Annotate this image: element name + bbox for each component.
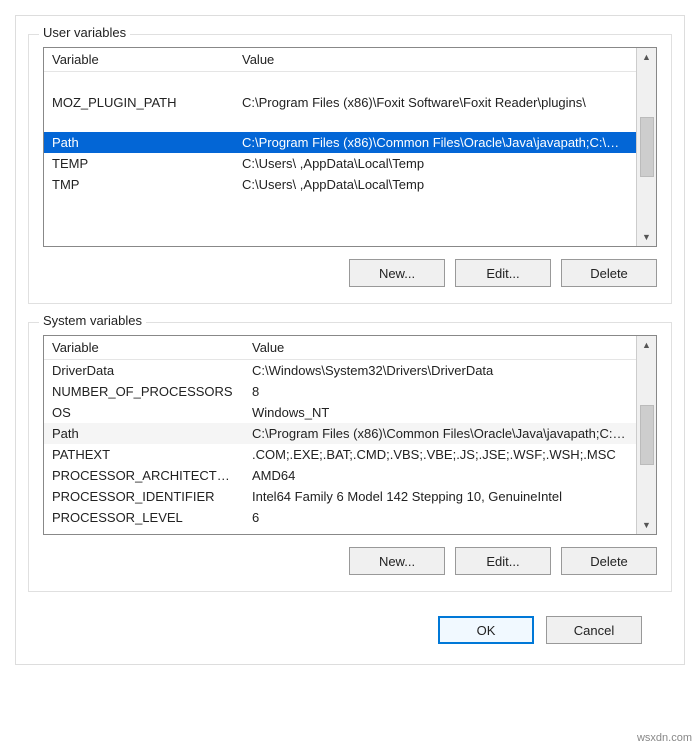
scroll-up-icon[interactable]: ▲ bbox=[642, 52, 651, 62]
table-row[interactable]: NUMBER_OF_PROCESSORS 8 bbox=[44, 381, 636, 402]
scroll-thumb[interactable] bbox=[640, 405, 654, 465]
table-row[interactable]: PROCESSOR_ARCHITECTURE AMD64 bbox=[44, 465, 636, 486]
cancel-button[interactable]: Cancel bbox=[546, 616, 642, 644]
dialog-button-row: OK Cancel bbox=[30, 604, 670, 656]
watermark: wsxdn.com bbox=[637, 732, 692, 744]
env-vars-dialog: User variables Variable Value MOZ_PLUGIN… bbox=[15, 15, 685, 665]
ok-button[interactable]: OK bbox=[438, 616, 534, 644]
table-row[interactable]: TEMP C:\Users\ ,AppData\Local\Temp bbox=[44, 153, 636, 174]
user-edit-button[interactable]: Edit... bbox=[455, 259, 551, 287]
table-row[interactable]: OS Windows_NT bbox=[44, 402, 636, 423]
table-row[interactable]: PROCESSOR_IDENTIFIER Intel64 Family 6 Mo… bbox=[44, 486, 636, 507]
table-row[interactable]: TMP C:\Users\ ,AppData\Local\Temp bbox=[44, 174, 636, 195]
table-row[interactable]: MOZ_PLUGIN_PATH C:\Program Files (x86)\F… bbox=[44, 72, 636, 132]
scroll-thumb[interactable] bbox=[640, 117, 654, 177]
system-new-button[interactable]: New... bbox=[349, 547, 445, 575]
system-edit-button[interactable]: Edit... bbox=[455, 547, 551, 575]
system-variables-table[interactable]: Variable Value DriverData C:\Windows\Sys… bbox=[43, 335, 657, 535]
user-delete-button[interactable]: Delete bbox=[561, 259, 657, 287]
user-variables-table[interactable]: Variable Value MOZ_PLUGIN_PATH C:\Progra… bbox=[43, 47, 657, 247]
col-value-header[interactable]: Value bbox=[244, 336, 636, 359]
col-variable-header[interactable]: Variable bbox=[44, 336, 244, 359]
system-table-header: Variable Value bbox=[44, 336, 636, 360]
system-delete-button[interactable]: Delete bbox=[561, 547, 657, 575]
table-row[interactable]: Path C:\Program Files (x86)\Common Files… bbox=[44, 132, 636, 153]
user-new-button[interactable]: New... bbox=[349, 259, 445, 287]
user-table-header: Variable Value bbox=[44, 48, 636, 72]
scroll-down-icon[interactable]: ▼ bbox=[642, 520, 651, 530]
scroll-up-icon[interactable]: ▲ bbox=[642, 340, 651, 350]
system-table-scrollbar[interactable]: ▲ ▼ bbox=[636, 336, 656, 534]
table-row[interactable]: PROCESSOR_LEVEL 6 bbox=[44, 507, 636, 528]
col-value-header[interactable]: Value bbox=[234, 48, 636, 71]
user-variables-group: User variables Variable Value MOZ_PLUGIN… bbox=[28, 34, 672, 304]
col-variable-header[interactable]: Variable bbox=[44, 48, 234, 71]
table-row[interactable]: Path C:\Program Files (x86)\Common Files… bbox=[44, 423, 636, 444]
system-variables-group: System variables Variable Value DriverDa… bbox=[28, 322, 672, 592]
user-table-scrollbar[interactable]: ▲ ▼ bbox=[636, 48, 656, 246]
scroll-down-icon[interactable]: ▼ bbox=[642, 232, 651, 242]
table-row[interactable]: DriverData C:\Windows\System32\Drivers\D… bbox=[44, 360, 636, 381]
user-variables-label: User variables bbox=[39, 25, 130, 40]
system-variables-label: System variables bbox=[39, 313, 146, 328]
table-row[interactable]: PATHEXT .COM;.EXE;.BAT;.CMD;.VBS;.VBE;.J… bbox=[44, 444, 636, 465]
